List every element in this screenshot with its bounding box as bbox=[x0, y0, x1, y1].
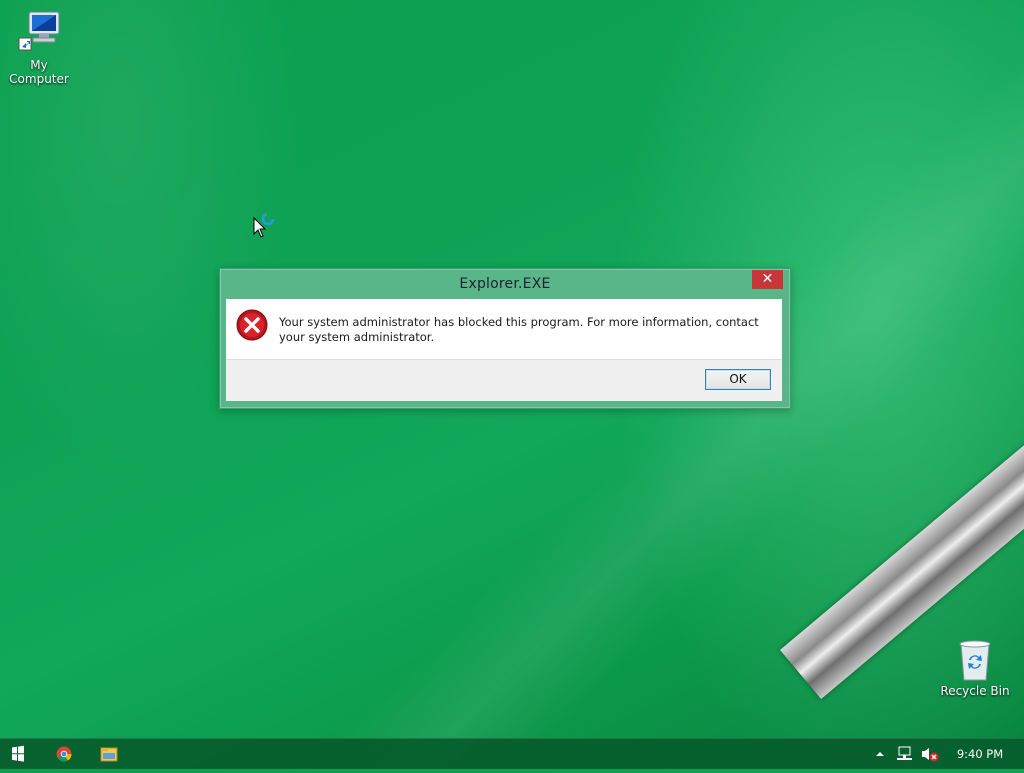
taskbar-clock[interactable]: 9:40 PM bbox=[948, 739, 1012, 769]
error-icon bbox=[236, 309, 268, 341]
dialog-footer: OK bbox=[226, 359, 782, 401]
volume-muted-icon[interactable] bbox=[920, 746, 940, 762]
recycle-bin-icon bbox=[959, 640, 991, 681]
file-explorer-icon bbox=[100, 747, 118, 762]
desktop-icon-my-computer[interactable]: My Computer bbox=[0, 8, 78, 86]
desktop-icon-recycle-bin[interactable]: Recycle Bin bbox=[936, 638, 1014, 698]
start-button[interactable] bbox=[0, 739, 36, 769]
taskbar: 9:40 PM bbox=[0, 738, 1024, 769]
network-icon[interactable] bbox=[896, 746, 914, 762]
dialog-title: Explorer.EXE bbox=[459, 276, 551, 292]
error-dialog: Explorer.EXE ✕ Your system administrator… bbox=[219, 268, 791, 409]
dialog-message: Your system administrator has blocked th… bbox=[279, 315, 759, 344]
desktop-icon-label: My Computer bbox=[9, 58, 69, 86]
taskbar-chrome-button[interactable] bbox=[46, 739, 82, 769]
dialog-body: Your system administrator has blocked th… bbox=[226, 299, 782, 359]
close-button[interactable]: ✕ bbox=[752, 270, 783, 289]
ok-button[interactable]: OK bbox=[705, 369, 771, 390]
show-hidden-icons-icon[interactable] bbox=[874, 748, 886, 760]
desktop-icon-label: Recycle Bin bbox=[940, 684, 1010, 698]
taskbar-explorer-button[interactable] bbox=[91, 739, 127, 769]
chrome-icon bbox=[56, 746, 72, 762]
windows-start-icon bbox=[12, 745, 24, 762]
busy-cursor-icon bbox=[253, 212, 275, 238]
computer-icon bbox=[18, 11, 60, 51]
